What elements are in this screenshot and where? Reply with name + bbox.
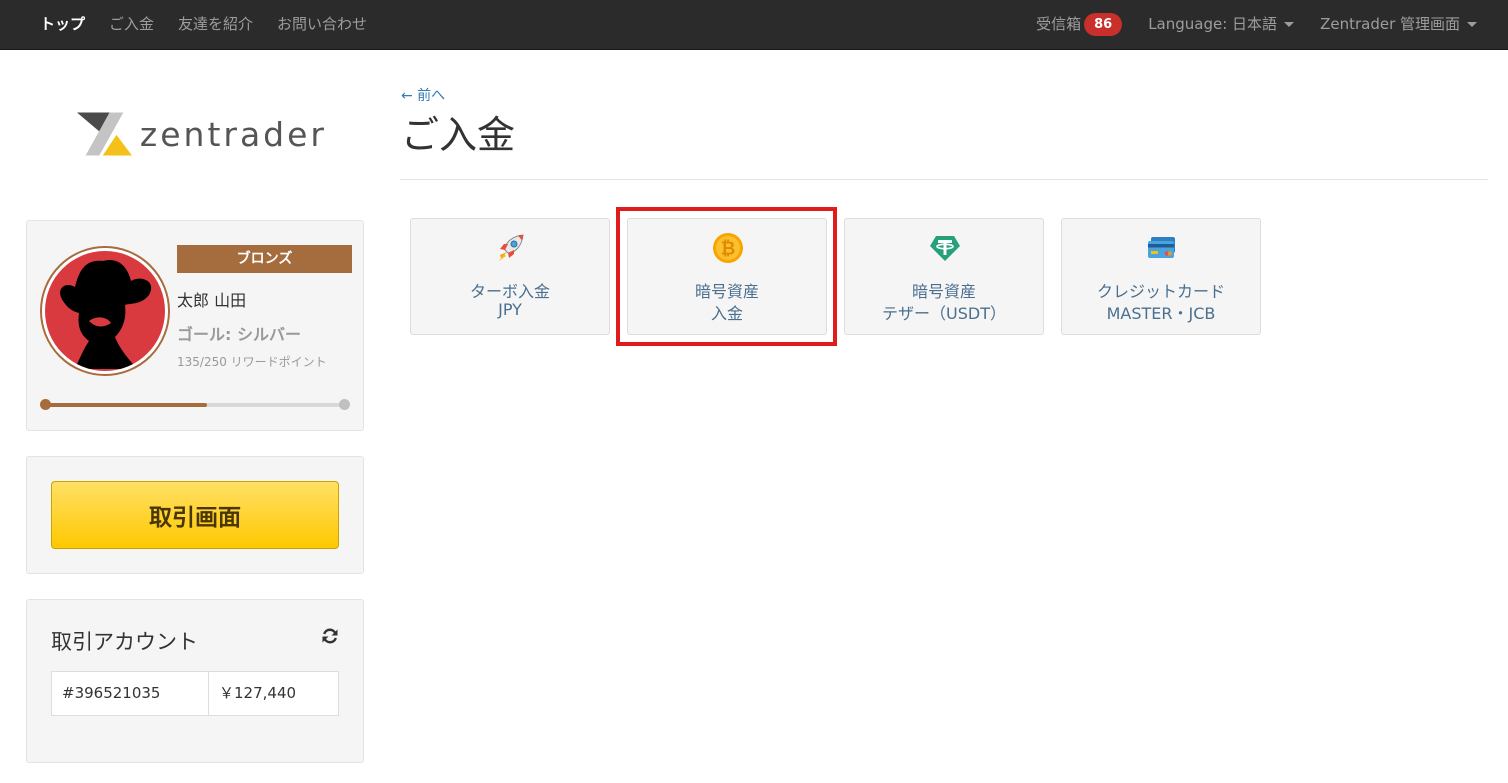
inbox-label: 受信箱 <box>1036 15 1082 33</box>
method-title: ターボ入金 <box>469 282 550 301</box>
trading-account-title: 取引アカウント <box>51 630 198 654</box>
method-title: 暗号資産 <box>911 282 976 301</box>
title-divider <box>400 179 1488 180</box>
deposit-method-credit-card[interactable]: クレジットカード MASTER・JCB <box>1061 218 1261 335</box>
admin-dropdown[interactable]: Zentrader 管理画面 <box>1307 0 1490 48</box>
caret-down-icon <box>1467 21 1477 27</box>
method-title: クレジットカード <box>1096 282 1225 301</box>
avatar <box>40 246 170 376</box>
tether-icon <box>930 236 960 261</box>
nav-right-menu: 受信箱 86 Language: 日本語 Zentrader 管理画面 <box>1023 0 1490 48</box>
nav-menu: トップ ご入金 友達を紹介 お問い合わせ <box>28 0 379 48</box>
user-name: 太郎 山田 <box>177 291 247 310</box>
inbox-link[interactable]: 受信箱 86 <box>1023 0 1135 48</box>
nav-item-refer-friend[interactable]: 友達を紹介 <box>166 0 265 48</box>
admin-label: Zentrader 管理画面 <box>1320 15 1460 33</box>
reward-progress-fill <box>45 403 207 407</box>
profile-panel: ブロンズ 太郎 山田 ゴール: シルバー 135/250 リワードポイント <box>26 220 364 431</box>
reward-points: 135/250 リワードポイント <box>177 355 327 369</box>
deposit-method-crypto[interactable]: ₿ 暗号資産 入金 <box>627 218 827 335</box>
logo-text: zentrader <box>139 114 327 154</box>
deposit-method-turbo-jpy[interactable]: ターボ入金 JPY <box>410 218 610 335</box>
nav-item-contact[interactable]: お問い合わせ <box>265 0 379 48</box>
inbox-count-badge: 86 <box>1084 12 1123 36</box>
back-link[interactable]: ← 前へ <box>401 85 445 105</box>
bitcoin-icon: ₿ <box>713 233 743 263</box>
trade-panel: 取引画面 <box>26 456 364 574</box>
deposit-method-usdt[interactable]: 暗号資産 テザー（USDT） <box>844 218 1044 335</box>
top-navbar: トップ ご入金 友達を紹介 お問い合わせ 受信箱 86 Language: 日本… <box>0 0 1508 50</box>
method-subtitle: 入金 <box>710 304 743 323</box>
account-balance: ￥127,440 <box>219 684 297 702</box>
nav-item-deposit[interactable]: ご入金 <box>97 0 166 48</box>
rocket-icon <box>499 234 524 261</box>
method-subtitle: JPY <box>498 300 522 319</box>
reward-progress-bar <box>40 399 350 410</box>
account-row[interactable]: #396521035 ￥127,440 <box>51 671 339 716</box>
account-number: #396521035 <box>52 672 209 715</box>
zentrader-logo[interactable]: zentrader <box>77 104 327 164</box>
trade-screen-button[interactable]: 取引画面 <box>51 481 339 549</box>
credit-card-icon <box>1148 237 1175 258</box>
rank-badge: ブロンズ <box>177 245 352 273</box>
avatar-image <box>45 251 165 371</box>
cowboy-silhouette-icon <box>60 259 152 369</box>
zentrader-logo-mark-icon <box>77 112 132 156</box>
progress-start-dot <box>40 399 51 410</box>
language-dropdown[interactable]: Language: 日本語 <box>1135 0 1307 48</box>
rank-goal: ゴール: シルバー <box>177 325 301 344</box>
refresh-icon[interactable] <box>321 627 339 645</box>
svg-text:₿: ₿ <box>721 239 736 260</box>
progress-end-dot <box>339 399 350 410</box>
method-subtitle: テザー（USDT） <box>882 304 1006 323</box>
page-title: ご入金 <box>401 113 516 157</box>
method-subtitle: MASTER・JCB <box>1106 304 1216 323</box>
trading-account-panel: 取引アカウント #396521035 ￥127,440 <box>26 599 364 763</box>
caret-down-icon <box>1284 21 1295 27</box>
nav-item-top[interactable]: トップ <box>28 0 97 48</box>
method-title: 暗号資産 <box>694 282 759 301</box>
language-label: Language: 日本語 <box>1148 15 1278 33</box>
